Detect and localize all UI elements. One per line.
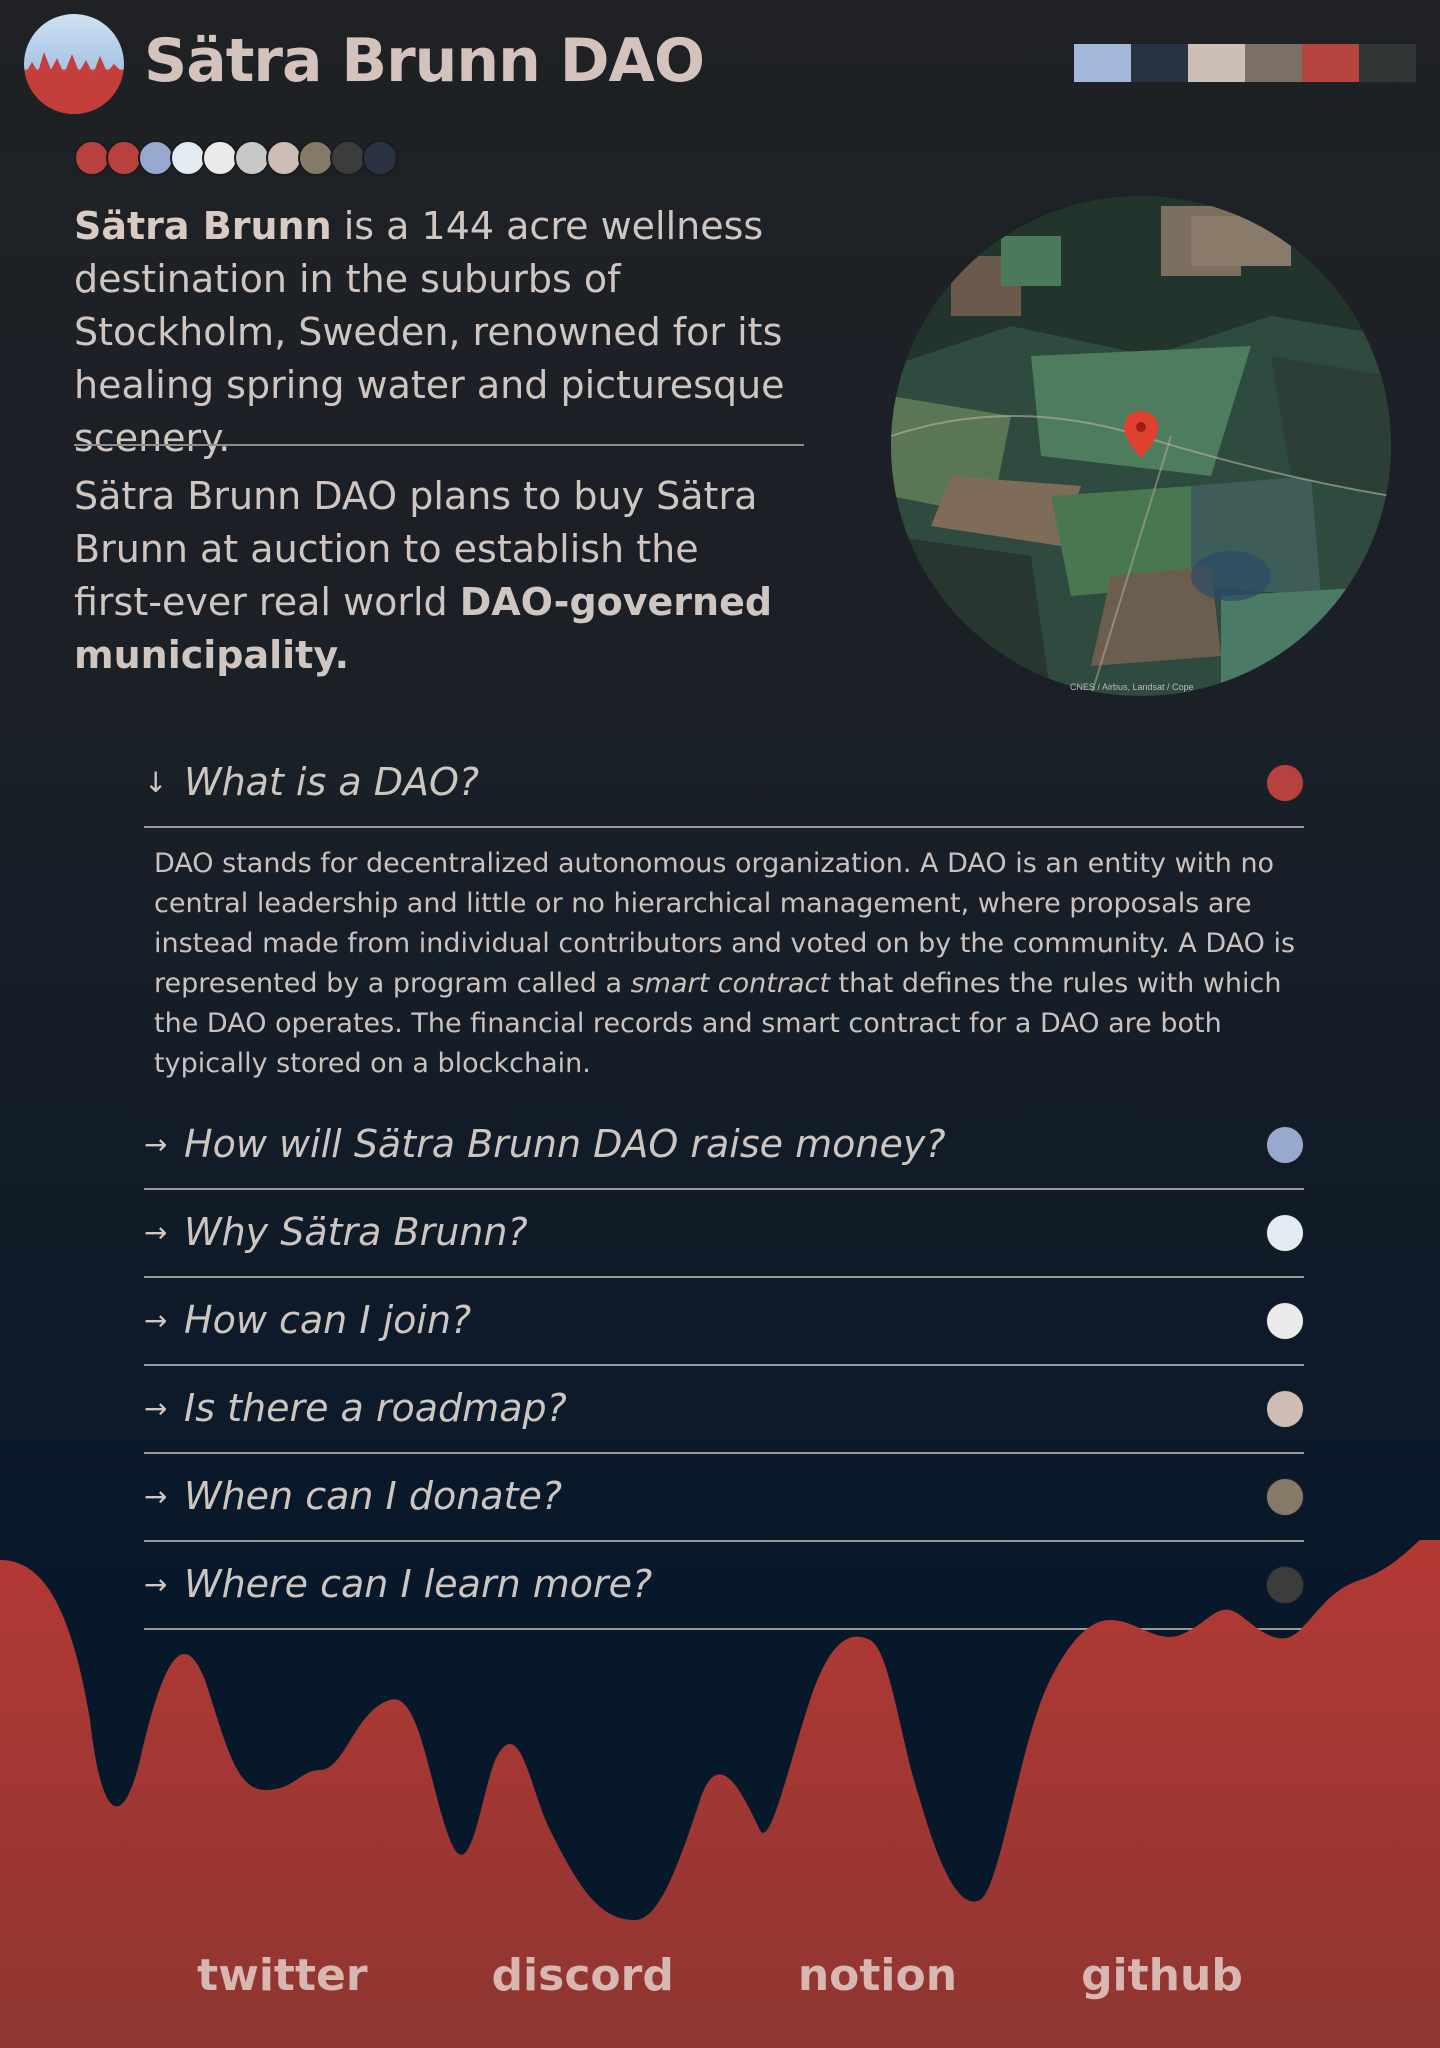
arrow-right-icon: → — [144, 1480, 168, 1513]
palette-bar — [1074, 44, 1416, 82]
intro-paragraph: Sätra Brunn is a 144 acre wellness desti… — [74, 200, 804, 465]
faq-answer: DAO stands for decentralized autonomous … — [144, 828, 1304, 1102]
arrow-right-icon: → — [144, 1392, 168, 1425]
palette-swatch — [1074, 44, 1131, 82]
faq-question-button[interactable]: → Why Sätra Brunn? — [144, 1190, 1304, 1278]
intro-bold: Sätra Brunn — [74, 204, 332, 248]
discord-link[interactable]: discord — [492, 1950, 674, 2001]
faq-item: → Why Sätra Brunn? — [144, 1190, 1304, 1278]
arrow-down-icon: ↓ — [144, 766, 168, 799]
faq-color-marker — [1266, 1302, 1304, 1340]
divider — [74, 444, 804, 446]
notion-link[interactable]: notion — [798, 1950, 957, 2001]
faq-list: ↓ What is a DAO? DAO stands for decentra… — [144, 740, 1304, 1630]
faq-question: When can I donate? — [184, 1474, 563, 1518]
color-dot — [106, 140, 142, 176]
faq-question: How can I join? — [184, 1298, 472, 1342]
satellite-map-image — [891, 196, 1391, 696]
mission-paragraph: Sätra Brunn DAO plans to buy Sätra Brunn… — [74, 470, 774, 682]
palette-swatch — [1188, 44, 1245, 82]
faq-answer-emphasis: smart contract — [630, 968, 830, 999]
site-title: Sätra Brunn DAO — [144, 26, 705, 96]
palette-swatch — [1131, 44, 1188, 82]
color-dot — [202, 140, 238, 176]
palette-swatch — [1245, 44, 1302, 82]
faq-item: → When can I donate? — [144, 1454, 1304, 1542]
color-dot — [330, 140, 366, 176]
color-dot — [74, 140, 110, 176]
github-link[interactable]: github — [1081, 1950, 1243, 2001]
color-dot — [170, 140, 206, 176]
faq-question: Is there a roadmap? — [184, 1386, 567, 1430]
arrow-right-icon: → — [144, 1304, 168, 1337]
footer-links: twitter discord notion github — [0, 1950, 1440, 2001]
color-dot — [234, 140, 270, 176]
color-dot — [362, 140, 398, 176]
faq-color-marker — [1266, 1126, 1304, 1164]
logo[interactable] — [24, 14, 124, 114]
faq-question: Why Sätra Brunn? — [184, 1210, 528, 1254]
faq-question-button[interactable]: → How will Sätra Brunn DAO raise money? — [144, 1102, 1304, 1190]
palette-swatch — [1359, 44, 1416, 82]
faq-color-marker — [1266, 764, 1304, 802]
faq-item: → How can I join? — [144, 1278, 1304, 1366]
faq-question-button[interactable]: → How can I join? — [144, 1278, 1304, 1366]
faq-question-button[interactable]: ↓ What is a DAO? — [144, 740, 1304, 828]
faq-color-marker — [1266, 1390, 1304, 1428]
faq-color-marker — [1266, 1214, 1304, 1252]
palette-swatch — [1302, 44, 1359, 82]
color-dot — [266, 140, 302, 176]
twitter-link[interactable]: twitter — [197, 1950, 367, 2001]
arrow-right-icon: → — [144, 1128, 168, 1161]
faq-item: → Is there a roadmap? — [144, 1366, 1304, 1454]
color-dots — [74, 140, 398, 176]
color-dot — [298, 140, 334, 176]
faq-color-marker — [1266, 1478, 1304, 1516]
color-dot — [138, 140, 174, 176]
arrow-right-icon: → — [144, 1216, 168, 1249]
faq-item: → How will Sätra Brunn DAO raise money? — [144, 1102, 1304, 1190]
faq-question-button[interactable]: → Is there a roadmap? — [144, 1366, 1304, 1454]
faq-question: What is a DAO? — [184, 760, 480, 804]
header: Sätra Brunn DAO — [24, 14, 1416, 114]
faq-item: ↓ What is a DAO? DAO stands for decentra… — [144, 740, 1304, 1102]
satellite-map[interactable] — [891, 196, 1391, 696]
map-credit: CNES / Airbus, Landsat / Cope — [1070, 682, 1194, 692]
faq-question-button[interactable]: → When can I donate? — [144, 1454, 1304, 1542]
faq-question: How will Sätra Brunn DAO raise money? — [184, 1122, 946, 1166]
mountain-logo-icon — [24, 52, 124, 114]
